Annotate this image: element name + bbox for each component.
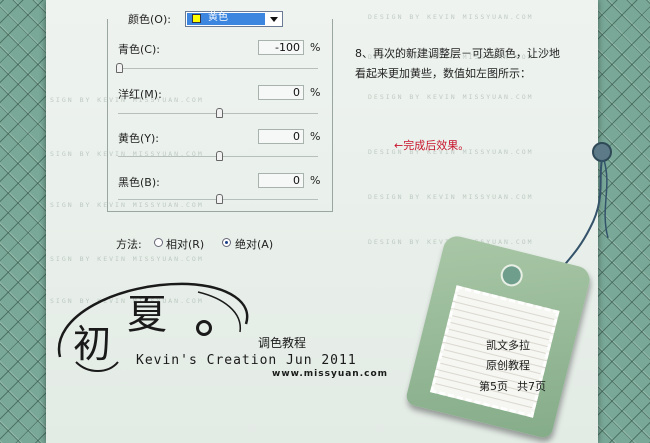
tag-page: 第5页	[479, 380, 508, 393]
tag-hole	[498, 261, 526, 289]
yellow-slider-thumb[interactable]	[216, 151, 223, 161]
black-label: 黑色(B):	[118, 176, 160, 189]
relative-label: 相对(R)	[166, 238, 205, 251]
tag-line-1: 凯文多拉	[486, 339, 530, 352]
tag-line-2: 原创教程	[486, 359, 530, 372]
dropdown-value: 黄色	[208, 12, 228, 23]
instruction-line-1: 8、再次的新建调整层－可选颜色，让沙地	[355, 47, 560, 60]
method-label: 方法:	[116, 238, 142, 251]
logo-creation: Kevin's Creation Jun 2011	[136, 353, 357, 368]
logo-subtitle: 调色教程	[258, 336, 307, 350]
logo-char-xia: 夏	[127, 292, 167, 338]
instruction-line-2: 看起来更加黄些，数值如左图所示：	[355, 67, 531, 80]
cyan-percent: %	[310, 41, 321, 54]
yellow-swatch-icon	[192, 14, 201, 23]
tag-total: 共7页	[517, 380, 546, 393]
black-input[interactable]: 0	[258, 173, 304, 188]
logo-url: www.missyuan.com	[272, 369, 389, 379]
magenta-slider-thumb[interactable]	[216, 108, 223, 118]
yellow-input[interactable]: 0	[258, 129, 304, 144]
black-percent: %	[310, 174, 321, 187]
logo-circle-icon	[196, 320, 212, 336]
magenta-percent: %	[310, 86, 321, 99]
magenta-input[interactable]: 0	[258, 85, 304, 100]
watermark: DESIGN BY KEVIN MISSYUAN.COM	[368, 93, 534, 101]
watermark: DESIGN BY KEVIN MISSYUAN.COM	[368, 193, 534, 201]
cyan-label: 青色(C):	[118, 43, 160, 56]
chevron-down-icon	[270, 17, 278, 22]
watermark: DESIGN BY KEVIN MISSYUAN.COM	[368, 13, 534, 21]
absolute-radio[interactable]	[222, 238, 231, 247]
cyan-slider-thumb[interactable]	[116, 63, 123, 73]
yellow-percent: %	[310, 130, 321, 143]
cyan-input[interactable]: -100	[258, 40, 304, 55]
result-note: ←完成后效果。	[394, 139, 470, 152]
relative-radio[interactable]	[154, 238, 163, 247]
yellow-label: 黄色(Y):	[118, 132, 160, 145]
cyan-slider-track[interactable]	[118, 68, 318, 69]
logo-char-chu: 初	[73, 322, 112, 366]
color-label: 颜色(O):	[128, 13, 171, 26]
absolute-label: 绝对(A)	[235, 238, 274, 251]
color-dropdown[interactable]: 黄色	[185, 11, 283, 27]
magenta-label: 洋红(M):	[118, 88, 162, 101]
black-slider-thumb[interactable]	[216, 194, 223, 204]
